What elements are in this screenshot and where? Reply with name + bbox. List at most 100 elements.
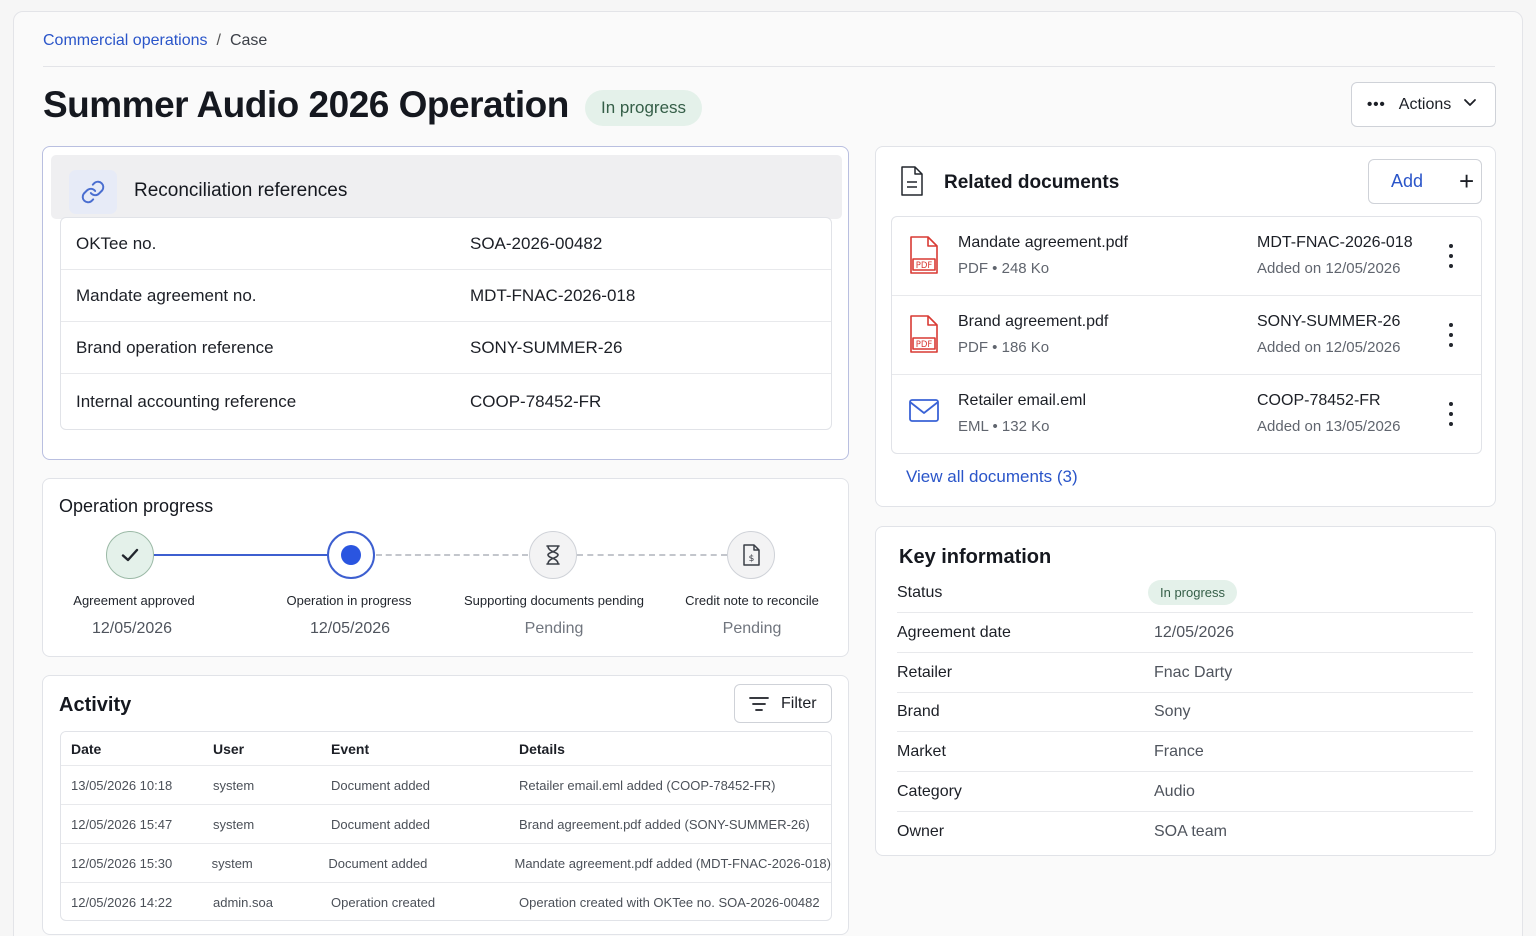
reconciliation-value: SOA-2026-00482 — [470, 233, 603, 253]
related-documents-title: Related documents — [944, 172, 1120, 193]
step-date: 12/05/2026 — [309, 620, 391, 637]
reconciliation-value: MDT-FNAC-2026-018 — [470, 285, 636, 305]
activity-date: 12/05/2026 15:47 — [71, 816, 173, 832]
document-size: 132 Ko — [1001, 418, 1050, 435]
more-horizontal-icon: ••• — [1367, 96, 1386, 113]
documents-list: PDF Mandate agreement.pdf PDF • 248 Ko M… — [891, 216, 1482, 454]
key-info-label: Market — [897, 742, 946, 760]
list-item[interactable]: Retailer email.eml EML • 132 Ko COOP-784… — [892, 375, 1481, 454]
activity-date: 12/05/2026 14:22 — [71, 894, 173, 910]
activity-event: Operation created — [331, 894, 436, 910]
add-document-button[interactable]: Add + — [1368, 159, 1482, 204]
link-icon — [69, 170, 117, 214]
reconciliation-table: OKTee no. SOA-2026-00482 Mandate agreeme… — [60, 217, 832, 430]
activity-details: Operation created with OKTee no. SOA-202… — [519, 894, 820, 910]
key-info-row: Agreement date 12/05/2026 — [897, 613, 1473, 653]
step-date: Pending — [722, 620, 782, 637]
column-header-details[interactable]: Details — [519, 741, 831, 757]
document-reference: MDT-FNAC-2026-018 — [1257, 234, 1413, 251]
activity-user: system — [211, 855, 253, 871]
pdf-icon: PDF — [908, 235, 940, 280]
document-added-date: Added on 13/05/2026 — [1257, 418, 1401, 435]
activity-event: Document added — [331, 777, 431, 793]
page-title: Summer Audio 2026 Operation — [43, 84, 569, 125]
filter-icon — [749, 696, 769, 711]
related-documents-card: Related documents Add + PDF Mandate agre… — [875, 146, 1496, 507]
column-header-user[interactable]: User — [213, 741, 331, 757]
document-meta: EML • 132 Ko — [958, 418, 1049, 435]
document-name[interactable]: Mandate agreement.pdf — [958, 234, 1128, 252]
reconciliation-row: Brand operation reference SONY-SUMMER-26 — [61, 322, 831, 374]
breadcrumb-link-commercial-operations[interactable]: Commercial operations — [43, 32, 208, 49]
key-info-value: France — [1154, 742, 1204, 760]
reconciliation-label: Internal accounting reference — [76, 392, 297, 411]
step-label: Supporting documents pending — [464, 593, 644, 608]
reconciliation-row: Internal accounting reference COOP-78452… — [61, 374, 831, 430]
more-vertical-icon[interactable] — [1445, 402, 1457, 426]
activity-user: system — [213, 777, 255, 793]
document-name[interactable]: Brand agreement.pdf — [958, 313, 1108, 331]
more-vertical-icon[interactable] — [1445, 323, 1457, 347]
activity-details: Brand agreement.pdf added (SONY-SUMMER-2… — [519, 816, 810, 832]
invoice-icon: $ — [727, 531, 775, 579]
plus-icon: + — [1459, 166, 1475, 196]
document-size: 186 Ko — [1001, 339, 1050, 356]
column-header-event[interactable]: Event — [331, 741, 519, 757]
status-badge: In progress — [585, 90, 703, 126]
document-reference: SONY-SUMMER-26 — [1257, 313, 1401, 330]
column-header-date[interactable]: Date — [61, 741, 213, 757]
activity-table: Date User Event Details 13/05/2026 10:18… — [60, 731, 832, 921]
progress-line-pending — [577, 554, 727, 556]
step-label: Credit note to reconcile — [685, 593, 819, 608]
document-added-date: Added on 12/05/2026 — [1257, 339, 1401, 356]
add-label: Add — [1391, 171, 1424, 191]
activity-event: Document added — [328, 855, 428, 871]
document-size: 248 Ko — [1001, 260, 1050, 277]
operation-progress-title: Operation progress — [59, 496, 214, 516]
list-item[interactable]: PDF Mandate agreement.pdf PDF • 248 Ko M… — [892, 217, 1481, 296]
document-name[interactable]: Retailer email.eml — [958, 392, 1086, 410]
breadcrumb: Commercial operations / Case — [43, 32, 267, 50]
key-info-row: Status In progress — [897, 573, 1473, 613]
reconciliation-card: Reconciliation references OKTee no. SOA-… — [42, 146, 849, 460]
key-information-card: Key information Status In progress Agree… — [875, 526, 1496, 856]
table-row[interactable]: 12/05/2026 14:22 admin.soa Operation cre… — [61, 883, 831, 920]
table-row[interactable]: 13/05/2026 10:18 system Document added R… — [61, 766, 831, 805]
more-vertical-icon[interactable] — [1445, 244, 1457, 268]
mail-icon — [908, 397, 940, 430]
pdf-badge-label: PDF — [916, 261, 933, 271]
document-icon — [900, 165, 924, 202]
breadcrumb-current: Case — [229, 32, 268, 49]
svg-text:$: $ — [749, 554, 755, 564]
filter-button[interactable]: Filter — [734, 684, 832, 723]
table-row[interactable]: 12/05/2026 15:47 system Document added B… — [61, 805, 831, 844]
reconciliation-label: Mandate agreement no. — [76, 285, 257, 305]
step-label: Operation in progress — [286, 593, 412, 608]
activity-user: admin.soa — [213, 894, 273, 910]
reconciliation-value: COOP-78452-FR — [470, 392, 602, 411]
reconciliation-label: Brand operation reference — [76, 337, 274, 357]
status-badge: In progress — [1148, 579, 1238, 605]
key-info-value: Audio — [1154, 782, 1195, 800]
document-meta: PDF • 186 Ko — [958, 339, 1049, 356]
actions-label: Actions — [1398, 95, 1452, 113]
view-all-documents-link[interactable]: View all documents (3) — [906, 467, 1078, 487]
operation-progress-card: Operation progress $ Agreement approved … — [42, 478, 849, 657]
activity-date: 13/05/2026 10:18 — [71, 777, 173, 793]
meta-separator: • — [992, 260, 998, 277]
key-info-row: Market France — [897, 732, 1473, 772]
progress-line-complete — [154, 554, 328, 556]
key-info-label: Status — [897, 583, 943, 601]
activity-title: Activity — [59, 694, 132, 716]
filter-label: Filter — [781, 694, 817, 712]
reconciliation-row: OKTee no. SOA-2026-00482 — [61, 218, 831, 270]
actions-button[interactable]: ••• Actions — [1351, 82, 1496, 127]
table-row[interactable]: 12/05/2026 15:30 system Document added M… — [61, 844, 831, 883]
activity-date: 12/05/2026 15:30 — [71, 855, 173, 871]
activity-user: system — [213, 816, 255, 832]
key-information-title: Key information — [899, 546, 1052, 568]
activity-card: Activity Filter Date User Event Details … — [42, 675, 849, 935]
breadcrumb-separator: / — [216, 32, 221, 49]
pdf-icon: PDF — [908, 314, 940, 359]
list-item[interactable]: PDF Brand agreement.pdf PDF • 186 Ko SON… — [892, 296, 1481, 375]
